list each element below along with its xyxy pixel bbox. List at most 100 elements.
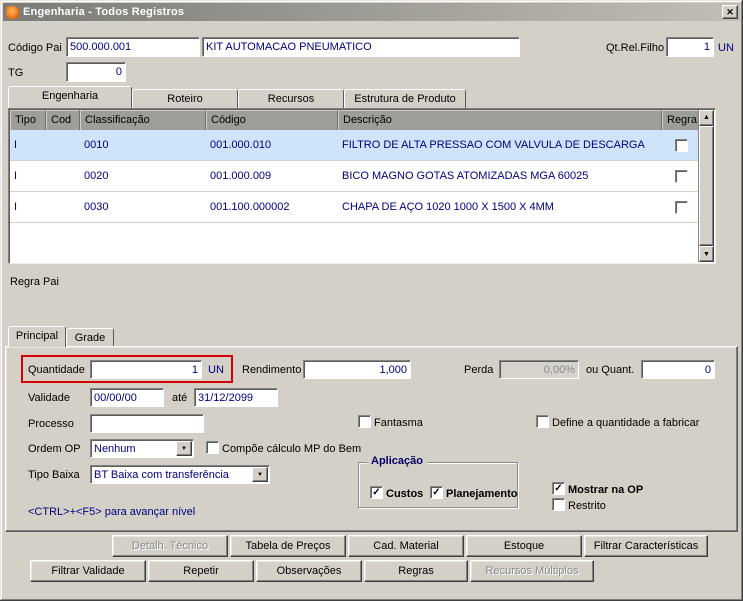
scroll-up-button[interactable]: ▲ [699,110,714,126]
tipo-baixa-select[interactable]: BT Baixa com transferência ▼ [90,465,270,484]
tipo-baixa-dropdown-button[interactable]: ▼ [252,467,268,482]
cell-regra [662,138,698,152]
ou-quant-input[interactable] [641,360,715,379]
scroll-down-icon: ▼ [703,251,710,258]
close-icon: ✕ [726,6,734,17]
define-quantidade-label[interactable]: Define a quantidade a fabricar [552,417,699,429]
fantasma-label[interactable]: Fantasma [374,417,423,429]
compoe-calculo-label[interactable]: Compõe cálculo MP do Bem [222,443,361,455]
column-header-regra[interactable]: Regra [662,110,700,130]
scrollbar-track[interactable]: ▲ ▼ [698,110,714,262]
column-header-cod[interactable]: Cod [46,110,80,130]
tabela-de-precos-button[interactable]: Tabela de Preços [230,535,346,557]
table-row[interactable]: I 0030 001.100.000002 CHAPA DE AÇO 1020 … [10,192,698,223]
filtrar-caracteristicas-button[interactable]: Filtrar Características [584,535,708,557]
qt-rel-filho-label: Qt.Rel.Filho [606,42,665,54]
processo-input[interactable] [90,414,204,433]
planejamento-label[interactable]: Planejamento [446,488,518,500]
cell-codigo: 001.100.000002 [210,201,290,213]
tg-input[interactable] [66,62,126,82]
custos-label[interactable]: Custos [386,488,423,500]
cell-codigo: 001.000.009 [210,170,272,182]
scroll-thumb[interactable] [699,126,714,246]
app-icon [6,5,19,19]
ctrl-f5-hint: <CTRL>+<F5> para avançar nível [28,506,196,518]
scroll-down-button[interactable]: ▼ [699,246,714,262]
planejamento-checkbox[interactable]: ✓ [430,486,443,499]
define-quantidade-checkbox[interactable] [536,415,549,428]
cell-descricao: CHAPA DE AÇO 1020 1000 X 1500 X 4MM [342,201,554,213]
engineering-grid: Tipo Cod Classificação Código Descrição … [8,108,716,264]
mostrar-na-op-label[interactable]: Mostrar na OP [568,484,643,496]
regra-checkbox[interactable] [674,169,688,183]
ate-input[interactable] [194,388,278,407]
regra-checkbox[interactable] [674,200,688,214]
mostrar-na-op-checkbox[interactable]: ✓ [552,482,565,495]
regras-button[interactable]: Regras [364,560,468,582]
restrito-checkbox[interactable] [552,498,565,511]
cad-material-button[interactable]: Cad. Material [348,535,464,557]
check-icon: ✓ [372,486,381,498]
custos-checkbox[interactable]: ✓ [370,486,383,499]
ate-label: até [172,392,188,404]
descricao-input[interactable] [202,37,520,57]
scroll-up-icon: ▲ [703,114,710,121]
tab-engenharia[interactable]: Engenharia [8,86,132,108]
column-header-descricao[interactable]: Descrição [338,110,662,130]
codigo-pai-label: Código Pai [8,42,62,54]
recursos-multiplos-button: Recursos Múltiplos [470,560,594,582]
codigo-pai-input[interactable] [66,37,200,57]
column-header-codigo[interactable]: Código [206,110,338,130]
column-header-tipo[interactable]: Tipo [10,110,46,130]
tg-label: TG [8,67,24,79]
grid-body: I 0010 001.000.010 FILTRO DE ALTA PRESSA… [10,130,698,262]
detalh-tecnico-button: Detalh. Técnico [112,535,228,557]
filtrar-validade-button[interactable]: Filtrar Validade [30,560,146,582]
fantasma-checkbox[interactable] [358,415,371,428]
cell-regra [662,200,698,214]
regra-checkbox[interactable] [674,138,688,152]
chevron-down-icon: ▼ [257,471,263,478]
repetir-button[interactable]: Repetir [148,560,254,582]
grid-header: Tipo Cod Classificação Código Descrição … [10,110,700,130]
table-row[interactable]: I 0020 001.000.009 BICO MAGNO GOTAS ATOM… [10,161,698,192]
chevron-down-icon: ▼ [181,445,187,452]
regra-pai-label: Regra Pai [10,276,59,288]
titlebar: Engenharia - Todos Registros ✕ [3,3,740,21]
validade-label: Validade [28,392,70,404]
observacoes-button[interactable]: Observações [256,560,362,582]
compoe-calculo-checkbox[interactable] [206,441,219,454]
ordem-op-select[interactable]: Nenhum ▼ [90,439,194,458]
validade-input[interactable] [90,388,164,407]
ou-quant-label: ou Quant. [586,364,635,376]
close-button[interactable]: ✕ [722,5,738,19]
table-row[interactable]: I 0010 001.000.010 FILTRO DE ALTA PRESSA… [10,130,698,161]
tipo-baixa-value: BT Baixa com transferência [94,468,229,481]
quantidade-label: Quantidade [28,364,85,376]
rendimento-label: Rendimento [242,364,302,376]
restrito-label[interactable]: Restrito [568,500,606,512]
ordem-op-label: Ordem OP [28,443,81,455]
cell-descricao: FILTRO DE ALTA PRESSAO COM VALVULA DE DE… [342,139,645,151]
estoque-button[interactable]: Estoque [466,535,582,557]
qt-rel-filho-input[interactable] [666,37,714,57]
column-header-classificacao[interactable]: Classificação [80,110,206,130]
check-icon: ✓ [432,486,441,498]
ordem-op-dropdown-button[interactable]: ▼ [176,441,192,456]
cell-regra [662,169,698,183]
tab-roteiro[interactable]: Roteiro [132,89,238,108]
tab-principal[interactable]: Principal [8,326,66,347]
qt-rel-filho-unit-label: UN [718,42,734,54]
window-title: Engenharia - Todos Registros [23,6,185,18]
processo-label: Processo [28,418,74,430]
quantidade-input[interactable] [90,360,202,379]
tab-estrutura-de-produto[interactable]: Estrutura de Produto [344,89,466,108]
cell-tipo: I [14,201,18,213]
check-icon: ✓ [554,482,563,494]
perda-label: Perda [464,364,494,376]
rendimento-input[interactable] [303,360,411,379]
tab-recursos[interactable]: Recursos [238,89,344,108]
cell-classificacao: 0020 [84,170,109,182]
cell-tipo: I [14,170,18,182]
tab-grade[interactable]: Grade [66,328,114,347]
